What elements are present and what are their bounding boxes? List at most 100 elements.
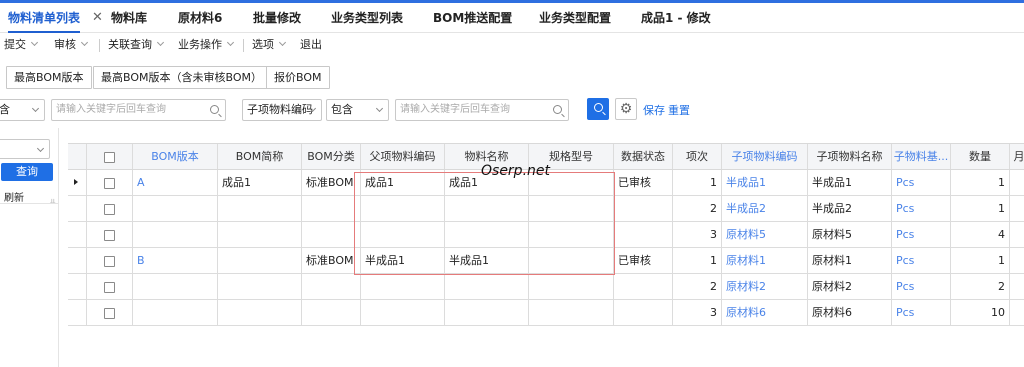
cell-child-code[interactable]: 原材料6 xyxy=(722,300,808,325)
tab-bom-list[interactable]: 物料清单列表 ✕ xyxy=(8,3,103,33)
cell-child-code[interactable]: 半成品1 xyxy=(722,170,808,195)
cell-bom-version[interactable] xyxy=(133,222,218,247)
cell-bom-name xyxy=(218,274,302,299)
resize-handle-icon[interactable]: ⇊ xyxy=(50,198,56,206)
cell-status xyxy=(614,222,673,247)
condition-operator-select-1[interactable]: 含 xyxy=(0,99,45,121)
header-bom-type[interactable]: BOM分类 xyxy=(302,144,361,169)
cell-unit[interactable]: Pcs xyxy=(892,274,951,299)
header-bom-name[interactable]: BOM简称 xyxy=(218,144,302,169)
tab-business-type-config[interactable]: 业务类型配置 xyxy=(539,3,611,33)
latest-bom-version-incl-unreviewed-button[interactable]: 最高BOM版本（含未审核BOM） xyxy=(93,66,271,89)
row-checkbox-cell[interactable] xyxy=(87,196,133,221)
menu-bar: 提交 审核 关联查询 业务操作 选项 退出 xyxy=(0,34,1024,56)
left-panel-select[interactable] xyxy=(0,139,50,159)
cell-unit[interactable]: Pcs xyxy=(892,196,951,221)
cell-item-no: 3 xyxy=(673,222,722,247)
row-checkbox-cell[interactable] xyxy=(87,170,133,195)
cell-bom-version[interactable] xyxy=(133,300,218,325)
cell-bom-version[interactable]: A xyxy=(133,170,218,195)
cell-child-code[interactable]: 半成品2 xyxy=(722,196,808,221)
row-checkbox-cell[interactable] xyxy=(87,248,133,273)
cell-item-no: 1 xyxy=(673,248,722,273)
menu-business-operations[interactable]: 业务操作 xyxy=(178,37,235,53)
cell-qty: 1 xyxy=(951,170,1010,195)
current-row-icon xyxy=(74,179,78,185)
table-row[interactable]: 3 原材料6 原材料6 Pcs 10 xyxy=(68,300,1024,326)
tab-batch-edit[interactable]: 批量修改 xyxy=(253,3,301,33)
header-child-material-code[interactable]: 子项物料编码 xyxy=(722,144,808,169)
condition-operator-select-2[interactable]: 包含 xyxy=(326,99,389,121)
cell-child-code[interactable]: 原材料1 xyxy=(722,248,808,273)
row-checkbox[interactable] xyxy=(104,177,115,189)
cell-bom-version[interactable] xyxy=(133,274,218,299)
row-checkbox[interactable] xyxy=(104,255,115,267)
header-child-material-name[interactable]: 子项物料名称 xyxy=(808,144,892,169)
cell-unit[interactable]: Pcs xyxy=(892,248,951,273)
menu-related-query[interactable]: 关联查询 xyxy=(108,37,165,53)
row-indicator-header xyxy=(68,144,87,169)
tab-label: 物料清单列表 xyxy=(8,11,81,25)
tab-raw-material-6[interactable]: 原材料6 xyxy=(178,3,222,33)
menu-review[interactable]: 审核 xyxy=(54,37,89,53)
menu-exit[interactable]: 退出 xyxy=(300,37,322,53)
cell-parent-code xyxy=(361,274,445,299)
refresh-link[interactable]: 刷新 xyxy=(4,189,24,204)
tab-product1-edit[interactable]: 成品1 - 修改 xyxy=(641,3,711,33)
row-checkbox-cell[interactable] xyxy=(87,300,133,325)
keyword-search-input-1[interactable]: 请输入关键字后回车查询 xyxy=(51,99,226,121)
header-parent-material-code[interactable]: 父项物料编码 xyxy=(361,144,445,169)
menu-divider xyxy=(99,39,100,52)
row-checkbox[interactable] xyxy=(104,307,115,319)
chevron-down-icon xyxy=(80,38,89,47)
menu-divider xyxy=(243,39,244,52)
header-bom-version[interactable]: BOM版本 xyxy=(133,144,218,169)
menu-submit[interactable]: 提交 xyxy=(4,37,39,53)
search-icon[interactable] xyxy=(553,105,562,114)
table-row[interactable]: 2 原材料2 原材料2 Pcs 2 xyxy=(68,274,1024,300)
header-child-material-unit[interactable]: 子物料基... xyxy=(892,144,951,169)
cell-child-name: 半成品2 xyxy=(808,196,892,221)
tab-bom-push-config[interactable]: BOM推送配置 xyxy=(433,3,512,33)
header-quantity[interactable]: 数量 xyxy=(951,144,1010,169)
cell-more xyxy=(1010,300,1024,325)
select-all-checkbox[interactable] xyxy=(104,151,115,163)
cell-child-code[interactable]: 原材料2 xyxy=(722,274,808,299)
row-checkbox[interactable] xyxy=(104,229,115,241)
query-button[interactable]: 查询 xyxy=(1,163,53,181)
cell-item-no: 2 xyxy=(673,274,722,299)
select-all-checkbox-cell[interactable] xyxy=(87,144,133,169)
row-checkbox-cell[interactable] xyxy=(87,222,133,247)
row-checkbox-cell[interactable] xyxy=(87,274,133,299)
cell-unit[interactable]: Pcs xyxy=(892,300,951,325)
quote-bom-button[interactable]: 报价BOM xyxy=(266,66,330,89)
save-link[interactable]: 保存 xyxy=(643,102,665,118)
cell-bom-type: 标准BOM xyxy=(302,170,361,195)
tab-material-library[interactable]: 物料库 xyxy=(111,3,147,33)
cell-bom-version[interactable]: B xyxy=(133,248,218,273)
header-data-status[interactable]: 数据状态 xyxy=(614,144,673,169)
keyword-search-input-2[interactable]: 请输入关键字后回车查询 xyxy=(395,99,569,121)
filter-field-select[interactable]: 子项物料编码 xyxy=(242,99,322,121)
chevron-down-icon xyxy=(30,38,39,47)
search-button[interactable] xyxy=(587,98,609,120)
menu-options[interactable]: 选项 xyxy=(252,37,287,53)
search-icon[interactable] xyxy=(210,105,219,114)
row-checkbox[interactable] xyxy=(104,203,115,215)
cell-child-code[interactable]: 原材料5 xyxy=(722,222,808,247)
row-indicator xyxy=(68,300,87,325)
settings-button[interactable]: ⚙ xyxy=(615,98,637,120)
header-more[interactable]: 月 xyxy=(1010,144,1024,169)
tab-business-type-list[interactable]: 业务类型列表 xyxy=(331,3,403,33)
cell-qty: 1 xyxy=(951,196,1010,221)
cell-unit[interactable]: Pcs xyxy=(892,170,951,195)
header-item-no[interactable]: 项次 xyxy=(673,144,722,169)
cell-bom-version[interactable] xyxy=(133,196,218,221)
cell-bom-name: 成品1 xyxy=(218,170,302,195)
cell-child-name: 原材料5 xyxy=(808,222,892,247)
cell-unit[interactable]: Pcs xyxy=(892,222,951,247)
row-checkbox[interactable] xyxy=(104,281,115,293)
reset-link[interactable]: 重置 xyxy=(668,102,690,118)
latest-bom-version-button[interactable]: 最高BOM版本 xyxy=(6,66,92,89)
close-icon[interactable]: ✕ xyxy=(92,3,103,33)
